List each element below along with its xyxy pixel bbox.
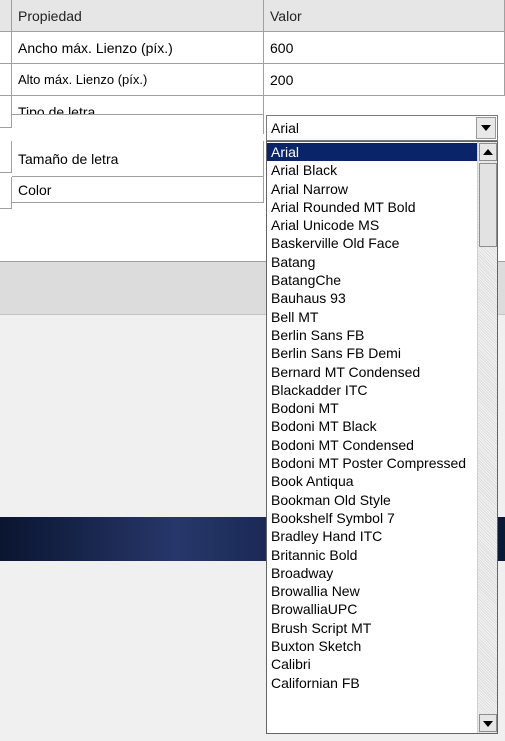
property-name-canvas-width[interactable]: Ancho máx. Lienzo (píx.) [12, 32, 264, 64]
font-option[interactable]: Arial [267, 143, 477, 162]
font-option[interactable]: Browallia New [267, 582, 477, 600]
font-option[interactable]: Baskerville Old Face [267, 234, 477, 252]
column-header-value[interactable]: Valor [264, 0, 505, 32]
arrow-down-icon [483, 721, 493, 727]
font-option[interactable]: Bodoni MT Black [267, 417, 477, 435]
row-header [0, 64, 12, 96]
font-option[interactable]: Arial Rounded MT Bold [267, 198, 477, 216]
scroll-down-button[interactable] [479, 714, 497, 732]
arrow-up-icon [483, 149, 493, 155]
font-option[interactable]: Bodoni MT Condensed [267, 436, 477, 454]
row-header [0, 141, 12, 173]
font-option[interactable]: Bell MT [267, 308, 477, 326]
font-option[interactable]: Arial Unicode MS [267, 216, 477, 234]
font-options: Arial Arial Black Arial Narrow Arial Rounde… [267, 143, 477, 692]
font-combobox-value: Arial [271, 120, 300, 136]
font-option[interactable]: Bernard MT Condensed [267, 363, 477, 381]
font-option[interactable]: Arial Narrow [267, 180, 477, 198]
dropdown-button[interactable] [476, 117, 496, 139]
font-option[interactable]: Buxton Sketch [267, 637, 477, 655]
vertical-scrollbar[interactable] [477, 142, 497, 733]
font-option[interactable]: Brush Script MT [267, 619, 477, 637]
font-option[interactable]: Californian FB [267, 674, 477, 692]
property-name-canvas-height[interactable]: Alto máx. Lienzo (píx.) [12, 64, 264, 96]
font-option[interactable]: Berlin Sans FB Demi [267, 344, 477, 362]
font-option[interactable]: BrowalliaUPC [267, 600, 477, 618]
font-dropdown-list[interactable]: Arial Arial Black Arial Narrow Arial Rounde… [266, 141, 498, 734]
scroll-up-button[interactable] [479, 143, 497, 161]
chevron-down-icon [481, 125, 491, 131]
column-header-property[interactable]: Propiedad [12, 0, 264, 32]
font-option[interactable]: Book Antiqua [267, 472, 477, 490]
row-header [0, 96, 12, 128]
font-option[interactable]: Berlin Sans FB [267, 326, 477, 344]
property-name-color[interactable]: Color [12, 177, 264, 203]
property-value-canvas-width[interactable]: 600 [264, 32, 505, 64]
property-name-font[interactable]: Tipo de letra [12, 96, 264, 115]
font-option[interactable]: Bodoni MT Poster Compressed [267, 454, 477, 472]
font-option[interactable]: Arial Black [267, 161, 477, 179]
font-option[interactable]: Broadway [267, 564, 477, 582]
font-option[interactable]: Britannic Bold [267, 546, 477, 564]
property-value-canvas-height[interactable]: 200 [264, 64, 505, 96]
font-option[interactable]: Blackadder ITC [267, 381, 477, 399]
property-name-font-size[interactable]: Tamaño de letra [12, 141, 264, 177]
grid-corner [0, 0, 12, 32]
font-option[interactable]: BatangChe [267, 271, 477, 289]
font-option[interactable]: Calibri [267, 655, 477, 673]
font-option[interactable]: Bodoni MT [267, 399, 477, 417]
row-header [0, 32, 12, 64]
font-option[interactable]: Bookshelf Symbol 7 [267, 509, 477, 527]
font-combobox[interactable]: Arial [266, 115, 498, 141]
scrollbar-thumb[interactable] [479, 163, 497, 247]
property-name-font-pad [12, 115, 264, 134]
row-header [0, 177, 12, 209]
font-option[interactable]: Bradley Hand ITC [267, 527, 477, 545]
font-option[interactable]: Bookman Old Style [267, 491, 477, 509]
font-option[interactable]: Batang [267, 253, 477, 271]
font-option[interactable]: Bauhaus 93 [267, 289, 477, 307]
